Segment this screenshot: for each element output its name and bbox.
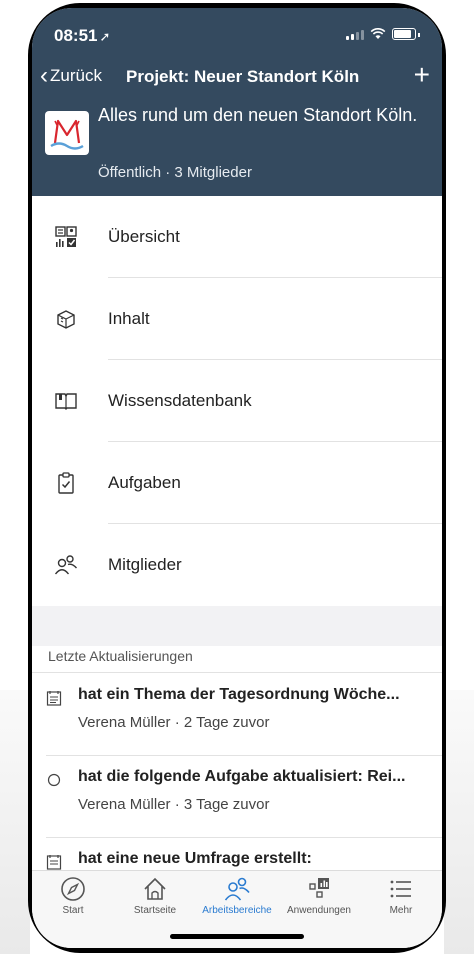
menu-item-overview[interactable]: Übersicht bbox=[32, 196, 442, 278]
section-spacer bbox=[32, 606, 442, 646]
menu-item-tasks[interactable]: Aufgaben bbox=[32, 442, 442, 524]
tab-apps[interactable]: Anwendungen bbox=[278, 875, 360, 916]
battery-cap bbox=[418, 33, 420, 37]
status-icons bbox=[346, 28, 420, 40]
backdrop-left bbox=[0, 690, 30, 954]
menu-item-members[interactable]: Mitglieder bbox=[32, 524, 442, 606]
tab-label: Startseite bbox=[133, 905, 177, 916]
book-icon bbox=[55, 393, 77, 410]
menu-item-label: Übersicht bbox=[108, 227, 180, 246]
app-screen: 08:51 ➚ ‹ Zurück Projekt: Neuer Standort … bbox=[32, 8, 442, 948]
menu-item-knowledge-base[interactable]: Wissensdatenbank bbox=[32, 360, 442, 442]
update-subtitle: Verena Müller · 3 Tage zuvor bbox=[78, 796, 270, 813]
tab-start[interactable]: Start bbox=[32, 875, 114, 916]
nav-bar: ‹ Zurück Projekt: Neuer Standort Köln + bbox=[32, 59, 442, 91]
update-item[interactable]: hat die folgende Aufgabe aktualisiert: R… bbox=[32, 756, 442, 838]
divider bbox=[32, 672, 442, 673]
people-icon bbox=[224, 877, 250, 901]
back-button[interactable]: ‹ Zurück bbox=[40, 62, 102, 89]
overview-icon bbox=[55, 226, 77, 247]
add-icon[interactable]: + bbox=[414, 59, 430, 91]
menu-icon bbox=[390, 880, 411, 898]
home-indicator[interactable] bbox=[170, 934, 304, 939]
update-item[interactable]: hat ein Thema der Tagesordnung Wöche... … bbox=[32, 674, 442, 756]
update-subtitle: Verena Müller · 2 Tage zuvor bbox=[78, 714, 270, 731]
project-description: Alles rund um den neuen Standort Köln. bbox=[98, 105, 418, 125]
update-title: hat die folgende Aufgabe aktualisiert: R… bbox=[78, 768, 406, 785]
cologne-logo-icon bbox=[50, 119, 84, 150]
status-bar-time: 08:51 ➚ bbox=[54, 26, 110, 46]
updates-section-title: Letzte Aktualisierungen bbox=[48, 648, 193, 664]
project-header: 08:51 ➚ ‹ Zurück Projekt: Neuer Standort … bbox=[32, 8, 442, 196]
tab-workspaces[interactable]: Arbeitsbereiche bbox=[196, 875, 278, 916]
page-title: Projekt: Neuer Standort Köln bbox=[126, 67, 360, 86]
people-icon bbox=[54, 555, 78, 575]
status-time-text: 08:51 bbox=[54, 26, 98, 45]
tab-label: Arbeitsbereiche bbox=[202, 905, 272, 916]
project-meta: Öffentlich · 3 Mitglieder bbox=[98, 164, 252, 181]
tab-home[interactable]: Startseite bbox=[114, 875, 196, 916]
backdrop-right bbox=[444, 690, 474, 954]
signal-icon bbox=[346, 30, 364, 40]
project-logo bbox=[45, 111, 89, 155]
clipboard-check-icon bbox=[58, 472, 74, 494]
update-title: hat ein Thema der Tagesordnung Wöche... bbox=[78, 686, 400, 703]
agenda-icon bbox=[46, 691, 62, 706]
project-menu: Übersicht Inhalt Wissensdatenbank Aufgab… bbox=[32, 196, 442, 606]
location-arrow-icon: ➚ bbox=[99, 29, 111, 44]
wifi-icon bbox=[370, 28, 386, 39]
menu-item-label: Wissensdatenbank bbox=[108, 391, 252, 410]
circle-icon bbox=[47, 773, 61, 787]
apps-icon bbox=[309, 878, 329, 898]
back-label: Zurück bbox=[50, 66, 102, 85]
battery-icon bbox=[392, 28, 416, 40]
compass-icon bbox=[61, 877, 85, 901]
home-icon bbox=[144, 877, 166, 900]
tab-label: Mehr bbox=[389, 905, 413, 916]
update-title: hat eine neue Umfrage erstellt: bbox=[78, 850, 312, 867]
menu-item-label: Aufgaben bbox=[108, 473, 181, 492]
menu-item-label: Mitglieder bbox=[108, 555, 182, 574]
tab-label: Anwendungen bbox=[287, 905, 351, 916]
menu-item-label: Inhalt bbox=[108, 309, 150, 328]
tab-more[interactable]: Mehr bbox=[360, 875, 442, 916]
content-icon bbox=[57, 310, 75, 329]
tab-label: Start bbox=[62, 905, 84, 916]
agenda-icon bbox=[46, 855, 62, 870]
menu-item-content[interactable]: Inhalt bbox=[32, 278, 442, 360]
chevron-left-icon: ‹ bbox=[40, 62, 48, 89]
